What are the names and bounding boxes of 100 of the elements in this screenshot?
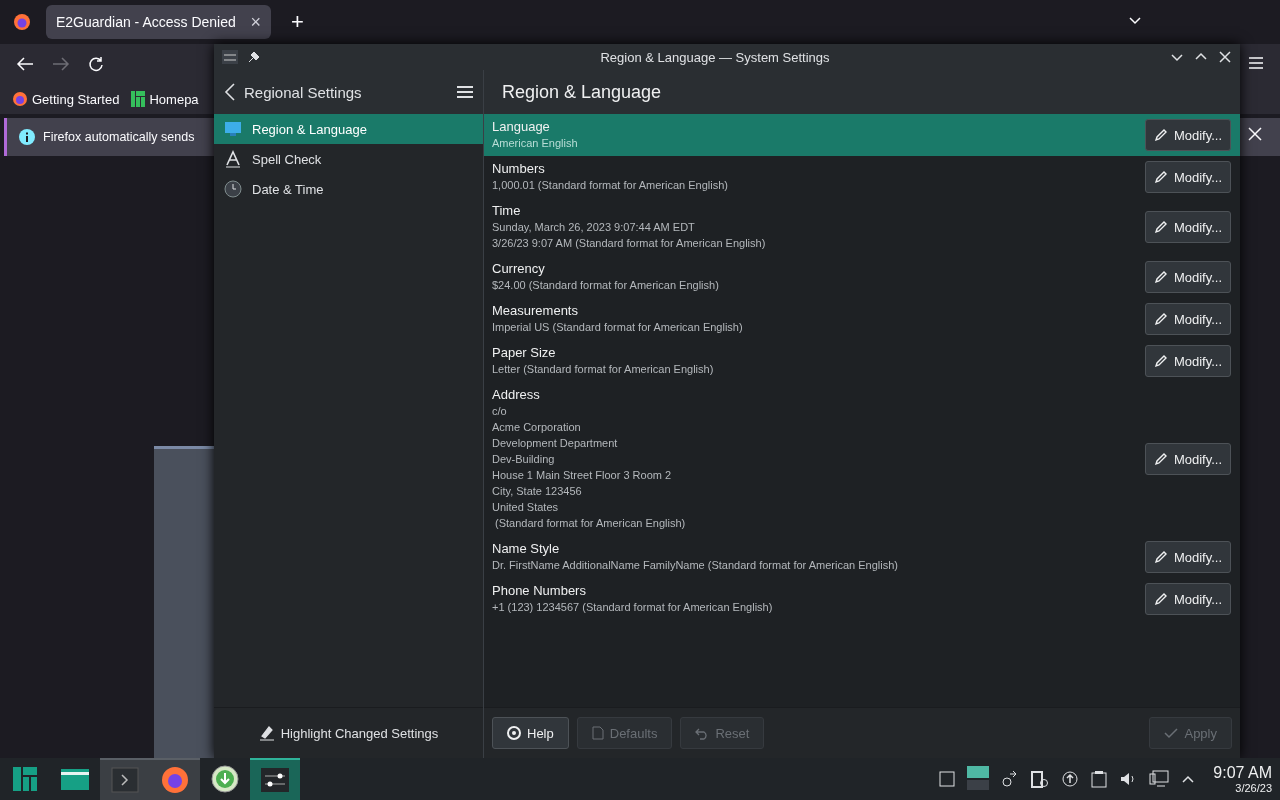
setting-value: c/o [492,404,508,419]
pencil-icon [1153,592,1168,606]
footer-button[interactable]: Help [492,717,569,749]
modify-button[interactable]: Modify... [1145,303,1231,335]
modify-button[interactable]: Modify... [1145,345,1231,377]
desktop-icon [939,771,956,787]
letter-icon [224,150,242,168]
highlighter-icon [258,725,275,741]
manjaro-icon [12,766,38,792]
setting-value: 3/26/23 9:07 AM (Standard format for American English) [492,236,767,251]
menu-icon [1248,56,1264,70]
setting-row[interactable]: Phone Numbers +1 (123) 1234567 (Standard format for American English) Modify... [484,578,1240,620]
modify-button[interactable]: Modify... [1145,119,1231,151]
setting-value: $24.00 (Standard format for American English) [492,278,720,293]
browser-logo-icon [12,91,28,107]
setting-value: Dev-Building [492,452,556,467]
pencil-icon [1153,354,1168,368]
new-tab-button[interactable]: + [285,8,310,36]
setting-title: Measurements [492,303,579,319]
modify-button[interactable]: Modify... [1145,541,1231,573]
setting-title: Numbers [492,161,546,177]
setting-row[interactable]: Measurements Imperial US (Standard format for American English) Modify... [484,298,1240,340]
browser-icon [160,765,190,795]
bookmark[interactable]: Homepa [131,91,199,107]
clock[interactable]: 9:07 AM 3/26/23 [1213,764,1272,794]
setting-row[interactable]: Language American English Modify... [484,114,1240,156]
back-icon [16,56,34,72]
clock-icon [224,180,242,198]
pin-icon [248,51,260,63]
setting-title: Paper Size [492,345,557,361]
setting-value: (Standard format for American English) [494,516,687,531]
download-icon [211,765,239,793]
folder-icon [60,767,90,791]
undo-icon [695,726,710,740]
notification-text: Firefox automatically sends [43,130,195,144]
clipboard-icon [1091,770,1108,788]
manjaro-icon [131,91,146,107]
setting-value: Imperial US (Standard format for American English) [492,320,744,335]
close-icon [1218,50,1232,64]
setting-row[interactable]: Paper Size Letter (Standard format for American English) Modify... [484,340,1240,382]
setting-row[interactable]: Time Sunday, March 26, 2023 9:07:44 AM EDT 3/26/23 9:07 AM (Standard format for American English) Modify... [484,198,1240,256]
monitor-icon [224,121,242,137]
setting-row[interactable]: Address c/o Acme Corporation Development Department Dev-Building House 1 Main Street Floor 3 Room 2 City, State 123456 United States (Standard format for American English) Modify... [484,382,1240,536]
setting-title: Phone Numbers [492,583,587,599]
bookmark[interactable]: Getting Started [12,91,120,107]
setting-title: Name Style [492,541,561,557]
checkmark-icon [1164,726,1179,740]
pencil-icon [1153,452,1168,466]
setting-row[interactable]: Currency $24.00 (Standard format for American English) Modify... [484,256,1240,298]
setting-value: Development Department [492,436,619,451]
info-icon [19,129,35,145]
clock-time: 9:07 AM [1213,764,1272,782]
pager-icon [967,766,990,792]
setting-value: City, State 123456 [492,484,583,499]
close-icon [1247,126,1263,142]
setting-row[interactable]: Numbers 1,000.01 (Standard format for American English) Modify... [484,156,1240,198]
setting-value: United States [492,500,560,515]
browser-logo-icon [13,13,31,31]
sidebar-title: Regional Settings [244,83,363,101]
modify-button[interactable]: Modify... [1145,261,1231,293]
reload-icon [88,56,104,72]
tab-title: E2Guardian - Access Denied [56,14,237,30]
sliders-icon [222,50,238,64]
lifebuoy-icon [507,726,521,740]
forward-icon [52,56,70,72]
sidebar-item[interactable]: Region & Language [214,114,483,144]
sliders-icon [260,767,290,793]
document-icon [591,726,604,740]
window-title: Region & Language — System Settings [599,49,831,65]
setting-value: Sunday, March 26, 2023 9:07:44 AM EDT [492,220,696,235]
setting-value: Letter (Standard format for American English) [492,362,715,377]
setting-value: House 1 Main Street Floor 3 Room 2 [492,468,673,483]
tab-close-button[interactable]: × [250,11,261,33]
setting-title: Address [492,387,541,403]
pencil-icon [1153,270,1168,284]
setting-title: Language [492,119,551,135]
setting-value: Dr. FirstName AdditionalName FamilyName (Standard format for American English) [492,558,899,573]
back-icon [224,83,236,101]
pencil-icon [1153,170,1168,184]
modify-button[interactable]: Modify... [1145,211,1231,243]
modify-button[interactable]: Modify... [1145,443,1231,475]
browser-tab[interactable]: E2Guardian - Access Denied × [46,5,271,39]
modify-button[interactable]: Modify... [1145,161,1231,193]
setting-title: Time [492,203,522,219]
pencil-icon [1153,312,1168,326]
sidebar-item[interactable]: Spell Check [214,144,483,174]
setting-value: Acme Corporation [492,420,582,435]
taskbar-app[interactable] [250,758,300,800]
pencil-icon [1153,128,1168,142]
setting-row[interactable]: Name Style Dr. FirstName AdditionalName FamilyName (Standard format for American English) Modify... [484,536,1240,578]
network-icon [1149,770,1170,788]
sidebar-item[interactable]: Date & Time [214,174,483,204]
setting-value: 1,000.01 (Standard format for American English) [492,178,729,193]
menu-icon [457,85,473,99]
highlight-changed-button[interactable]: Highlight Changed Settings [252,724,445,742]
modify-button[interactable]: Modify... [1145,583,1231,615]
update-icon [1061,770,1080,788]
page-title: Region & Language [502,81,662,103]
setting-value: +1 (123) 1234567 (Standard format for American English) [492,600,774,615]
pencil-icon [1153,550,1168,564]
